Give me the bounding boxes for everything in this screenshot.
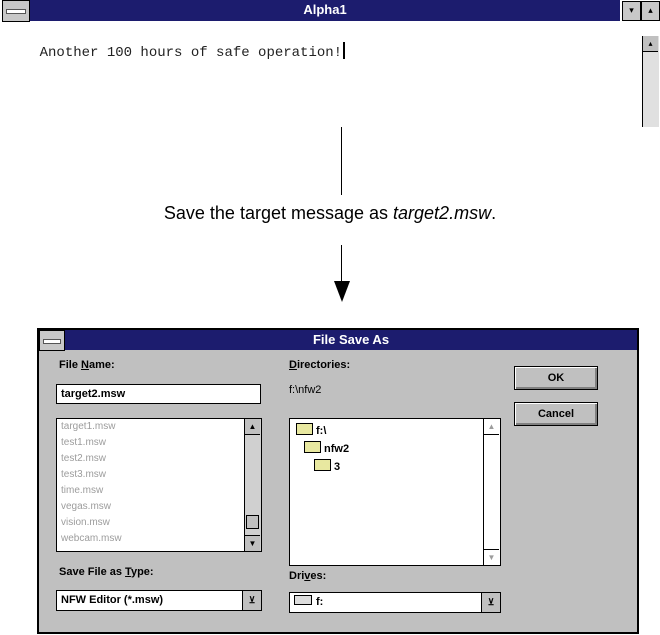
maximize-icon[interactable]: ▴ <box>641 1 660 21</box>
down-arrow-icon <box>334 281 350 302</box>
current-directory: f:\nfw2 <box>289 384 322 396</box>
drives-label-pre: Dri <box>289 570 305 582</box>
file-name-label-hotkey: N <box>81 359 89 371</box>
file-list[interactable]: target1.msw test1.msw test2.msw test3.ms… <box>56 418 262 552</box>
file-list-item[interactable]: vegas.msw <box>61 501 111 512</box>
dropdown-arrow-icon[interactable]: ⊻ <box>481 593 500 612</box>
save-type-label-post: ype: <box>130 566 154 578</box>
editor-vertical-scrollbar[interactable]: ▴ <box>642 36 659 127</box>
editor-title: Alpha1 <box>30 0 620 21</box>
save-type-value: NFW Editor (*.msw) <box>61 594 164 606</box>
file-name-label-post: ame: <box>88 359 115 371</box>
directory-item-label: 3 <box>334 461 341 473</box>
scroll-down-icon[interactable]: ▼ <box>484 549 499 565</box>
ok-button[interactable]: OK <box>514 366 598 390</box>
cancel-button[interactable]: Cancel <box>514 402 598 426</box>
editor-content: Another 100 hours of safe operation! <box>6 26 346 77</box>
caption-filename: target2.msw <box>393 203 492 223</box>
text-caret <box>343 42 346 59</box>
drives-label: Drives: <box>289 570 326 582</box>
scroll-thumb[interactable] <box>246 515 259 529</box>
directory-item[interactable]: f:\ <box>296 423 326 437</box>
file-name-label: File Name: <box>59 359 115 371</box>
caption-suffix: . <box>491 203 497 223</box>
directory-item-label: f:\ <box>316 425 327 437</box>
folder-icon <box>314 459 331 471</box>
drive-value: f: <box>316 596 324 608</box>
directories-label-hotkey: D <box>289 359 297 371</box>
file-list-scrollbar[interactable]: ▲ ▼ <box>244 419 261 551</box>
drives-select[interactable]: f: ⊻ <box>289 592 501 613</box>
directory-item[interactable]: 3 <box>314 459 340 473</box>
caption-prefix: Save the target message as <box>163 203 394 223</box>
directory-item-label: nfw2 <box>324 443 350 455</box>
scroll-up-icon[interactable]: ▴ <box>643 36 658 52</box>
file-list-item[interactable]: test1.msw <box>61 437 106 448</box>
open-folder-icon <box>296 423 313 435</box>
file-list-item[interactable]: webcam.msw <box>61 533 122 544</box>
directories-label: Directories: <box>289 359 350 371</box>
system-menu-icon[interactable] <box>2 0 30 22</box>
scroll-up-icon[interactable]: ▲ <box>245 419 260 435</box>
dialog-system-menu-icon[interactable] <box>39 330 65 351</box>
drive-icon <box>294 595 312 605</box>
editor-message: Another 100 hours of safe operation! <box>39 45 343 61</box>
connector-line-top <box>341 127 342 195</box>
save-type-label-pre: Save File as <box>59 566 126 578</box>
save-type-label: Save File as Type: <box>59 566 154 578</box>
file-list-item[interactable]: time.msw <box>61 485 103 496</box>
directories-label-post: irectories: <box>296 359 351 371</box>
editor-window: Alpha1 ▾ ▴ Another 100 hours of safe ope… <box>0 0 660 127</box>
dialog-title: File Save As <box>65 330 637 350</box>
directory-item[interactable]: nfw2 <box>304 441 349 455</box>
file-list-item[interactable]: test2.msw <box>61 453 106 464</box>
dropdown-arrow-icon[interactable]: ⊻ <box>242 591 261 610</box>
file-save-as-dialog: File Save As File Name: target2.msw targ… <box>37 328 639 634</box>
directory-list[interactable]: f:\ nfw2 3 ▲ ▼ <box>289 418 501 566</box>
minimize-icon[interactable]: ▾ <box>622 1 641 21</box>
file-name-input[interactable]: target2.msw <box>56 384 261 404</box>
drives-label-post: es: <box>310 570 327 582</box>
file-name-label-pre: File <box>59 359 82 371</box>
file-list-item[interactable]: vision.msw <box>61 517 110 528</box>
directory-list-scrollbar[interactable]: ▲ ▼ <box>483 419 500 565</box>
connector-line-bottom <box>341 245 342 283</box>
save-type-select[interactable]: NFW Editor (*.msw) ⊻ <box>56 590 262 611</box>
open-folder-icon <box>304 441 321 453</box>
file-list-item[interactable]: test3.msw <box>61 469 106 480</box>
file-list-item[interactable]: target1.msw <box>61 421 115 432</box>
step-caption: Save the target message as target2.msw. <box>0 203 660 224</box>
scroll-up-icon[interactable]: ▲ <box>484 419 499 435</box>
scroll-down-icon[interactable]: ▼ <box>245 535 260 551</box>
